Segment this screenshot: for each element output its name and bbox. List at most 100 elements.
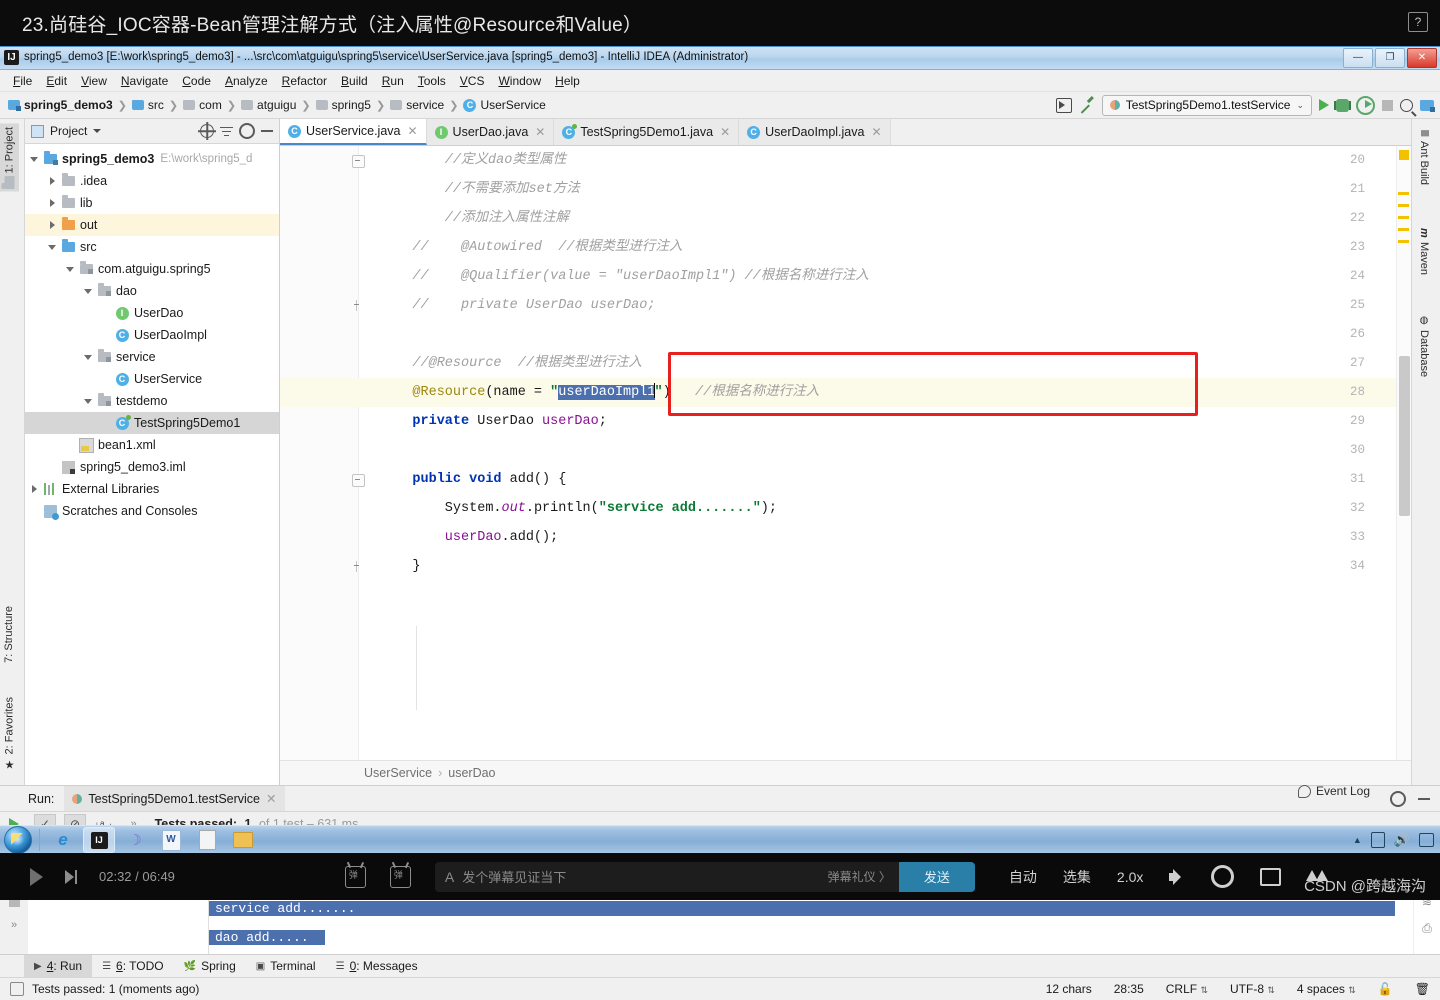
tree-item-scratches-and-consoles[interactable]: Scratches and Consoles (25, 500, 279, 522)
run-dashboard-icon[interactable] (1055, 97, 1072, 113)
menu-item-view[interactable]: View (74, 72, 114, 90)
status-indent[interactable]: 4 spaces ⇅ (1297, 982, 1356, 996)
help-icon[interactable]: ? (1408, 12, 1428, 32)
tree-item-userdao[interactable]: I UserDao (25, 302, 279, 324)
scroll-from-source-icon[interactable] (200, 124, 214, 138)
editor-gutter[interactable] (280, 146, 359, 760)
tree-item-lib[interactable]: lib (25, 192, 279, 214)
menu-item-help[interactable]: Help (548, 72, 587, 90)
maximize-button[interactable]: ❐ (1375, 48, 1405, 68)
sidebar-item-maven[interactable]: m Maven (1415, 224, 1433, 279)
run-button[interactable] (1319, 99, 1329, 111)
menu-item-edit[interactable]: Edit (39, 72, 74, 90)
sidebar-item-database[interactable]: ◍ Database (1415, 311, 1433, 381)
menu-item-vcs[interactable]: VCS (453, 72, 492, 90)
code-line[interactable]: // private UserDao userDao; (380, 291, 655, 320)
code-line[interactable]: private UserDao userDao; (380, 407, 606, 436)
bottom-tab-spring[interactable]: 🌿 Spring (174, 955, 246, 977)
volume-icon[interactable]: 🔊 (1394, 832, 1410, 848)
hide-panel-icon[interactable] (1418, 797, 1430, 800)
menu-item-file[interactable]: File (6, 72, 39, 90)
code-line[interactable]: //添加注入属性注解 (380, 204, 569, 233)
tree-item-external-libraries[interactable]: External Libraries (25, 478, 279, 500)
close-button[interactable]: ✕ (1407, 48, 1437, 68)
danmu-settings-icon[interactable]: 弹 (389, 865, 411, 888)
chevron-open-icon[interactable] (47, 241, 59, 253)
menu-item-code[interactable]: Code (175, 72, 218, 90)
chevron-closed-icon[interactable] (47, 175, 59, 187)
code-line[interactable]: // @Autowired //根据类型进行注入 (380, 233, 682, 262)
event-log-button[interactable]: Event Log (1297, 784, 1370, 798)
menu-item-navigate[interactable]: Navigate (114, 72, 175, 90)
picture-in-picture-icon[interactable] (1260, 867, 1282, 886)
start-button[interactable] (4, 826, 32, 854)
chevron-closed-icon[interactable] (29, 483, 41, 495)
code-line[interactable]: userDao.add(); (380, 523, 558, 552)
danmu-etiquette-link[interactable]: 弹幕礼仪 〉 (828, 868, 891, 885)
play-icon[interactable] (30, 867, 43, 886)
trash-icon[interactable]: 🗑 (1415, 982, 1430, 996)
close-icon[interactable]: ✕ (720, 125, 730, 139)
close-icon[interactable]: ✕ (266, 791, 276, 806)
playback-speed-button[interactable]: 2.0x (1117, 869, 1143, 885)
breadcrumb-item-com[interactable]: com (183, 98, 222, 112)
chevron-open-icon[interactable] (83, 351, 95, 363)
editor-marker-bar[interactable] (1396, 146, 1411, 760)
chevron-down-icon[interactable] (93, 129, 102, 133)
tree-item-dao[interactable]: dao (25, 280, 279, 302)
code-line[interactable]: // @Qualifier(value = "userDaoImpl1") //… (380, 262, 868, 291)
build-hammer-icon[interactable] (1079, 96, 1095, 114)
chevron-closed-icon[interactable] (47, 219, 59, 231)
tree-item-spring5-demo3[interactable]: spring5_demo3 E:\work\spring5_d (25, 148, 279, 170)
tree-item-service[interactable]: service (25, 346, 279, 368)
code-fold-icon[interactable] (352, 300, 363, 311)
auto-quality-button[interactable]: 自动 (1009, 867, 1037, 887)
menu-item-run[interactable]: Run (375, 72, 411, 90)
tree-item-userservice[interactable]: C UserService (25, 368, 279, 390)
tree-item-src[interactable]: src (25, 236, 279, 258)
close-icon[interactable]: ✕ (407, 124, 417, 138)
lock-icon[interactable]: 🔓 (1378, 982, 1393, 996)
project-structure-icon[interactable] (1420, 99, 1435, 112)
close-icon[interactable]: ✕ (871, 125, 881, 139)
breadcrumb-item-service[interactable]: service (390, 98, 444, 112)
bottom-tab-4-run[interactable]: ▶ 4: Run (24, 955, 93, 977)
project-tree[interactable]: spring5_demo3 E:\work\spring5_d .idea lib ou… (25, 144, 279, 785)
send-button[interactable]: 发送 (898, 861, 975, 892)
menu-item-tools[interactable]: Tools (411, 72, 453, 90)
stop-button[interactable] (1382, 99, 1393, 111)
run-with-coverage-button[interactable] (1356, 95, 1375, 115)
code-line[interactable]: } (380, 552, 420, 581)
print-icon[interactable]: ⎙ (1422, 922, 1432, 936)
gear-icon[interactable] (239, 123, 255, 139)
breadcrumb-item-userservice[interactable]: C UserService (463, 98, 546, 112)
sidebar-item-ant-build[interactable]: ≣ Ant Build (1415, 125, 1433, 189)
bottom-tab-6-todo[interactable]: ☰ 6: TODO (92, 955, 174, 977)
code-line[interactable]: //@Resource //根据类型进行注入 (380, 349, 642, 378)
episodes-button[interactable]: 选集 (1063, 867, 1091, 887)
run-tab[interactable]: TestSpring5Demo1.testService ✕ (64, 786, 285, 811)
tree-item--idea[interactable]: .idea (25, 170, 279, 192)
danmu-input[interactable]: A 发个弹幕见证当下 弹幕礼仪 〉 发送 (434, 861, 975, 892)
status-line-separator[interactable]: CRLF ⇅ (1166, 982, 1208, 996)
chevron-open-icon[interactable] (65, 263, 77, 275)
editor-tab-testspring5demo1-java[interactable]: C TestSpring5Demo1.java ✕ (554, 119, 740, 145)
run-configuration-selector[interactable]: TestSpring5Demo1.testService ⌄ (1101, 94, 1312, 116)
taskbar-word-icon[interactable]: W (155, 827, 187, 853)
tree-item-bean1-xml[interactable]: bean1.xml (25, 434, 279, 456)
chevron-open-icon[interactable] (83, 395, 95, 407)
hide-panel-icon[interactable] (261, 130, 273, 132)
network-icon[interactable] (1419, 833, 1434, 847)
tray-app-icon[interactable] (1370, 832, 1385, 848)
bottom-tab-terminal[interactable]: ▣ Terminal (246, 955, 326, 977)
editor-tab-userdaoimpl-java[interactable]: C UserDaoImpl.java ✕ (739, 119, 891, 145)
status-caret-position[interactable]: 28:35 (1114, 982, 1144, 996)
code-fold-icon[interactable] (352, 474, 365, 487)
gear-icon[interactable] (1390, 790, 1406, 807)
chevron-closed-icon[interactable] (47, 197, 59, 209)
breadcrumb-class[interactable]: UserService (364, 766, 432, 780)
tree-item-spring5-demo3-iml[interactable]: spring5_demo3.iml (25, 456, 279, 478)
chevron-open-icon[interactable] (29, 153, 41, 165)
tray-expand-icon[interactable]: ▲ (1353, 835, 1362, 845)
breadcrumb-item-spring5_demo3[interactable]: spring5_demo3 (8, 98, 113, 112)
